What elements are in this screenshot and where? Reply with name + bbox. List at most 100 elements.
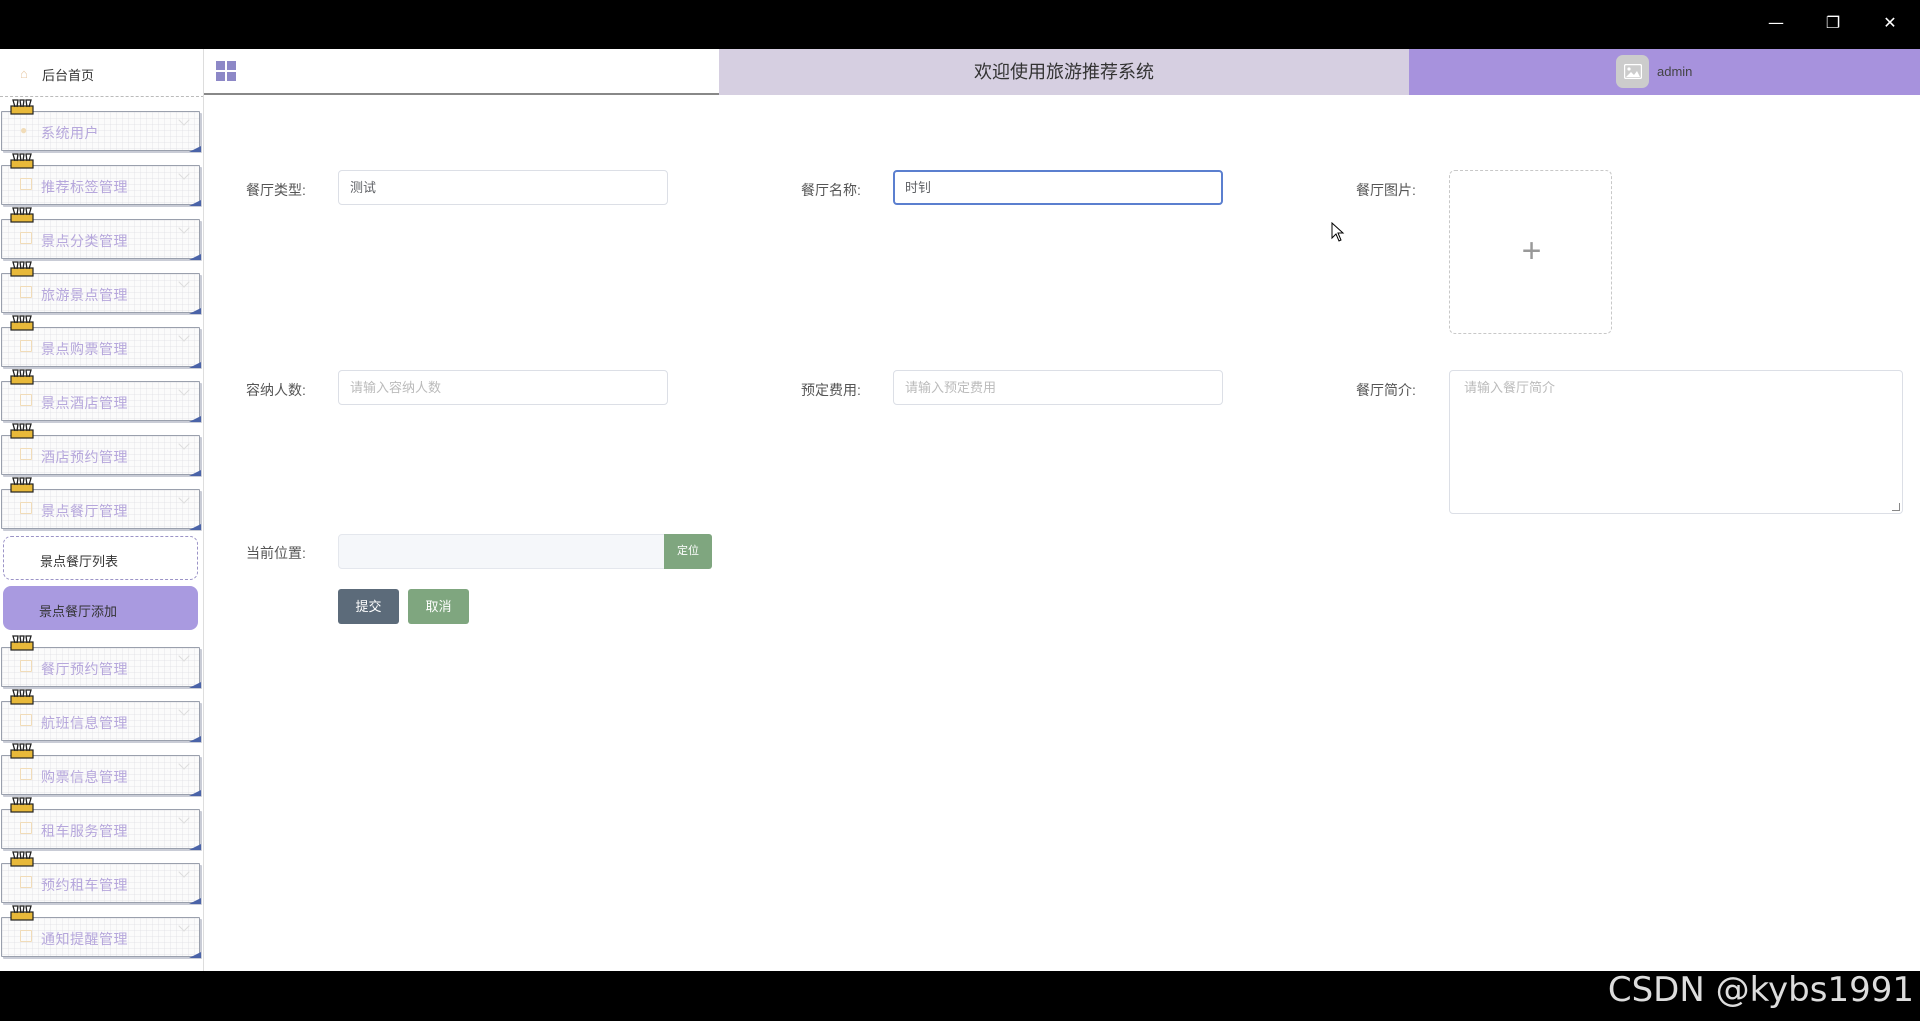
- location-label: 当前位置:: [246, 545, 306, 561]
- page-corner: [189, 308, 201, 314]
- sidebar-menu-item[interactable]: 餐厅预约管理: [0, 635, 202, 689]
- page-corner: [189, 362, 201, 368]
- binder-clip-icon: [10, 851, 34, 867]
- submenu-label: 景点餐厅添加: [39, 604, 118, 619]
- page-corner: [189, 736, 201, 742]
- submit-button[interactable]: 提交: [338, 589, 399, 624]
- page-corner: [189, 682, 201, 688]
- restaurant-name-input[interactable]: 时钊: [893, 170, 1223, 205]
- sidebar-menu-item[interactable]: 通知提醒管理: [0, 905, 202, 959]
- fee-input[interactable]: 请输入预定费用: [893, 370, 1223, 405]
- sidebar-menu-item[interactable]: 酒店预约管理: [0, 423, 202, 477]
- binder-clip-icon: [10, 635, 34, 651]
- sidebar-item-label: 后台首页: [42, 68, 95, 83]
- sidebar-item-label: 景点酒店管理: [41, 395, 128, 411]
- locate-button[interactable]: 定位: [664, 534, 712, 569]
- sidebar-menu-item[interactable]: 预约租车管理: [0, 851, 202, 905]
- binder-clip-icon: [10, 743, 34, 759]
- menu-grid-icon[interactable]: [216, 61, 236, 81]
- restore-button[interactable]: ❐: [1816, 8, 1850, 38]
- plus-icon: +: [1521, 232, 1542, 270]
- page-corner: [189, 952, 201, 958]
- fee-label: 预定费用:: [801, 382, 861, 398]
- restaurant-type-label: 餐厅类型:: [246, 182, 306, 198]
- user-icon: ●: [20, 123, 28, 137]
- sidebar-item-label: 预约租车管理: [41, 877, 128, 893]
- binder-clip-icon: [10, 315, 34, 331]
- image-upload[interactable]: +: [1449, 170, 1612, 334]
- sidebar-menu-item[interactable]: 航班信息管理: [0, 689, 202, 743]
- username: admin: [1657, 64, 1693, 79]
- user-bar[interactable]: admin: [1409, 49, 1920, 95]
- sidebar-item-label: 航班信息管理: [41, 715, 128, 731]
- submenu-label: 景点餐厅列表: [40, 554, 119, 569]
- binder-clip-icon: [10, 153, 34, 169]
- folder-icon: [20, 660, 32, 672]
- sidebar-item-label: 旅游景点管理: [41, 287, 128, 303]
- binder-clip-icon: [10, 477, 34, 493]
- page-corner: [189, 254, 201, 260]
- sidebar-menu-item[interactable]: 景点购票管理: [0, 315, 202, 369]
- minimize-button[interactable]: —: [1759, 8, 1793, 38]
- page-corner: [189, 470, 201, 476]
- sidebar-menu-item[interactable]: 景点酒店管理: [0, 369, 202, 423]
- restaurant-type-input[interactable]: 测试: [338, 170, 668, 205]
- sidebar-item-label: 景点餐厅管理: [41, 503, 128, 519]
- folder-icon: [20, 876, 32, 888]
- restaurant-image-label: 餐厅图片:: [1356, 182, 1416, 198]
- resize-handle[interactable]: [1892, 503, 1900, 511]
- sidebar: ⌂ 后台首页 ● 系统用户推荐标签管理 景点分类管理 旅游景点管理景点购票管理景点酒店…: [0, 49, 204, 971]
- folder-icon: [20, 768, 32, 780]
- page-corner: [189, 844, 201, 850]
- sidebar-menu-item[interactable]: 推荐标签管理: [0, 153, 202, 207]
- page-title: 欢迎使用旅游推荐系统: [719, 49, 1409, 95]
- cancel-button[interactable]: 取消: [408, 589, 469, 624]
- binder-clip-icon: [10, 99, 34, 115]
- folder-icon: [20, 930, 32, 942]
- sidebar-menu-item[interactable]: 景点分类管理: [0, 207, 202, 261]
- sidebar-item-home[interactable]: ⌂ 后台首页: [0, 49, 203, 97]
- sidebar-menu-item[interactable]: 旅游景点管理: [0, 261, 202, 315]
- page-corner: [189, 790, 201, 796]
- capacity-label: 容纳人数:: [246, 382, 306, 398]
- page-corner: [189, 416, 201, 422]
- folder-icon: [20, 340, 32, 352]
- sidebar-item-label: 景点分类管理: [41, 233, 128, 249]
- avatar[interactable]: [1616, 55, 1649, 88]
- binder-clip-icon: [10, 423, 34, 439]
- folder-icon: [20, 394, 32, 406]
- mouse-cursor-icon: [1331, 222, 1345, 242]
- capacity-input[interactable]: 请输入容纳人数: [338, 370, 668, 405]
- page-corner: [189, 524, 201, 530]
- binder-clip-icon: [10, 261, 34, 277]
- submenu-restaurant-add[interactable]: 景点餐厅添加: [3, 586, 198, 630]
- folder-icon: [20, 178, 32, 190]
- sidebar-item-label: 租车服务管理: [41, 823, 128, 839]
- folder-icon: [20, 714, 32, 726]
- intro-label: 餐厅简介:: [1356, 382, 1416, 398]
- main-content: 餐厅类型: 测试 餐厅名称: 时钊 餐厅图片: + 容纳人数: 请输入容纳人数 …: [204, 97, 1920, 971]
- page-corner: [189, 146, 201, 152]
- restaurant-name-label: 餐厅名称:: [801, 182, 861, 198]
- folder-icon: [20, 286, 32, 298]
- image-icon: [1624, 64, 1642, 79]
- folder-icon: [20, 232, 32, 244]
- sidebar-menu-item[interactable]: ● 系统用户: [0, 99, 202, 153]
- binder-clip-icon: [10, 689, 34, 705]
- submenu-restaurant-list[interactable]: 景点餐厅列表: [3, 536, 198, 580]
- sidebar-item-label: 系统用户: [41, 125, 99, 141]
- sidebar-menu-item[interactable]: 购票信息管理: [0, 743, 202, 797]
- top-navbar: 欢迎使用旅游推荐系统 admin: [204, 49, 1920, 95]
- intro-textarea[interactable]: 请输入餐厅简介: [1449, 370, 1903, 514]
- sidebar-menu-item[interactable]: 租车服务管理: [0, 797, 202, 851]
- sidebar-menu-item[interactable]: 景点餐厅管理: [0, 477, 202, 531]
- close-button[interactable]: ✕: [1873, 8, 1907, 38]
- sidebar-item-label: 通知提醒管理: [41, 931, 128, 947]
- page-corner: [189, 898, 201, 904]
- intro-placeholder: 请输入餐厅简介: [1464, 380, 1556, 395]
- location-input[interactable]: [338, 534, 668, 569]
- binder-clip-icon: [10, 369, 34, 385]
- folder-icon: [20, 448, 32, 460]
- window-titlebar: — ❐ ✕: [0, 0, 1920, 49]
- sidebar-item-label: 推荐标签管理: [41, 179, 128, 195]
